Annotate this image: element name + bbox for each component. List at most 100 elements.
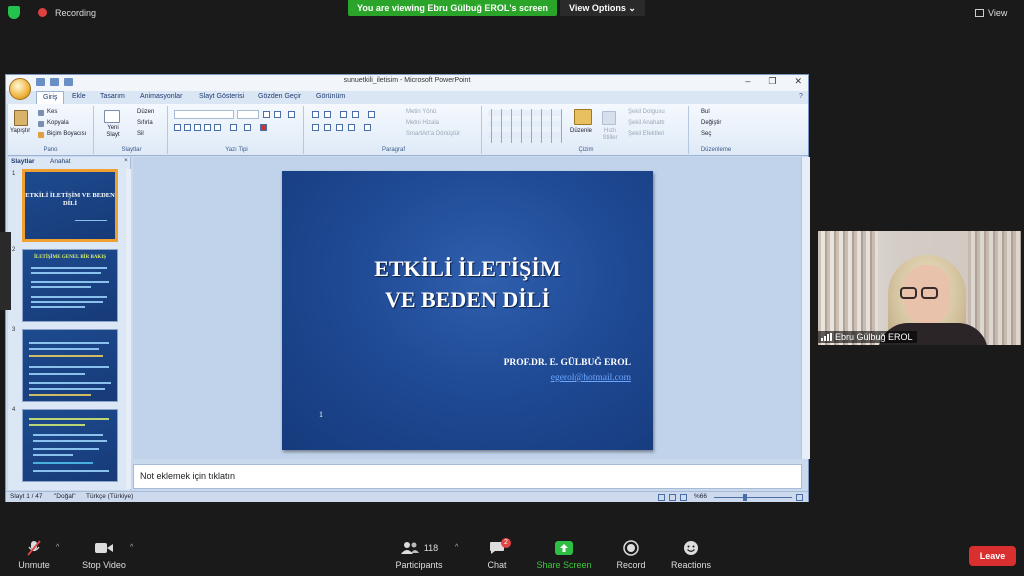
italic-icon[interactable] [184, 124, 191, 131]
cut-button[interactable]: Kes [47, 109, 57, 115]
increase-indent-icon[interactable] [352, 111, 359, 118]
decrease-indent-icon[interactable] [340, 111, 347, 118]
text-direction-button[interactable]: Metin Yönü [406, 109, 436, 115]
replace-button[interactable]: Değiştir [701, 120, 721, 126]
arrange-button[interactable]: Düzenle [570, 128, 592, 134]
quick-styles-button[interactable]: Hızlı Stiller [599, 128, 621, 142]
participant-video[interactable]: Ebru Gülbuğ EROL [818, 231, 1021, 345]
align-text-button[interactable]: Metni Hizala [406, 120, 439, 126]
bullets-icon[interactable] [312, 111, 319, 118]
shrink-font-icon[interactable] [274, 111, 281, 118]
bold-icon[interactable] [174, 124, 181, 131]
reactions-button[interactable]: Reactions [668, 540, 714, 570]
zoom-slider-thumb[interactable] [743, 494, 747, 501]
record-button[interactable]: Record [612, 540, 650, 570]
zoom-slider[interactable] [714, 497, 792, 498]
grow-font-icon[interactable] [263, 111, 270, 118]
minimize-icon[interactable]: – [745, 76, 750, 87]
align-center-icon[interactable] [324, 124, 331, 131]
tab-home[interactable]: Giriş [36, 91, 65, 104]
change-case-icon[interactable] [244, 124, 251, 131]
tab-slide-show[interactable]: Slayt Gösterisi [199, 93, 244, 100]
current-slide[interactable]: ETKİLİ İLETİŞİM VE BEDEN DİLİ PROF.DR. E… [282, 171, 653, 450]
slide-thumbnail[interactable] [22, 329, 118, 402]
panel-scrollbar[interactable] [126, 169, 131, 489]
slide-author[interactable]: PROF.DR. E. GÜLBUĞ EROL [282, 358, 631, 368]
undo-icon[interactable] [50, 78, 59, 86]
paste-icon[interactable] [14, 110, 28, 126]
stop-video-button[interactable]: Stop Video [80, 540, 128, 570]
redo-icon[interactable] [64, 78, 73, 86]
slide-email-link[interactable]: egerol@hotmail.com [282, 373, 631, 383]
share-screen-button[interactable]: Share Screen [534, 540, 594, 570]
font-size-box[interactable] [237, 110, 259, 119]
shapes-gallery[interactable] [488, 109, 562, 143]
chevron-up-icon[interactable]: ^ [455, 544, 458, 551]
slide-sorter-icon[interactable] [669, 494, 676, 501]
participants-button[interactable]: 118 Participants [392, 540, 446, 570]
columns-icon[interactable] [364, 124, 371, 131]
tab-outline[interactable]: Anahat [50, 158, 71, 165]
smartart-button[interactable]: SmartArt'a Dönüştür [406, 131, 460, 137]
close-panel-icon[interactable]: × [124, 157, 128, 164]
align-left-icon[interactable] [312, 124, 319, 131]
slide-thumbnail[interactable]: ETKİLİ İLETİŞİM VE BEDEN DİLİ [22, 169, 118, 242]
tab-design[interactable]: Tasarım [100, 93, 125, 100]
new-slide-icon[interactable] [104, 110, 120, 123]
chevron-up-icon[interactable]: ^ [56, 544, 59, 551]
chevron-up-icon[interactable]: ^ [130, 544, 133, 551]
close-icon[interactable]: ✕ [794, 76, 802, 87]
normal-view-icon[interactable] [658, 494, 665, 501]
tab-slides[interactable]: Slaytlar [11, 158, 35, 165]
shadow-icon[interactable] [214, 124, 221, 131]
arrange-icon[interactable] [574, 109, 592, 125]
view-options-button[interactable]: View Options ⌄ [560, 0, 645, 16]
quick-styles-icon[interactable] [602, 111, 616, 125]
view-button[interactable]: View [975, 8, 1007, 18]
thumbnail-text-line [29, 342, 109, 344]
slide-thumbnail[interactable] [22, 409, 118, 482]
strikethrough-icon[interactable] [204, 124, 211, 131]
shape-fill-button[interactable]: Şekil Dolgusu [628, 109, 665, 115]
font-name-box[interactable] [174, 110, 234, 119]
tab-review[interactable]: Gözden Geçir [258, 93, 301, 100]
numbering-icon[interactable] [324, 111, 331, 118]
clear-format-icon[interactable] [288, 111, 295, 118]
fit-to-window-icon[interactable] [796, 494, 803, 501]
font-color-icon[interactable] [260, 124, 267, 131]
help-icon[interactable]: ? [799, 93, 803, 100]
save-icon[interactable] [36, 78, 45, 86]
shape-outline-button[interactable]: Şekil Anahattı [628, 120, 665, 126]
vertical-scrollbar[interactable] [801, 157, 810, 459]
char-spacing-icon[interactable] [230, 124, 237, 131]
unmute-button[interactable]: Unmute [14, 540, 54, 570]
leave-button[interactable]: Leave [969, 546, 1016, 566]
layout-button[interactable]: Düzen [137, 109, 154, 115]
slide-title[interactable]: ETKİLİ İLETİŞİM VE BEDEN DİLİ [282, 253, 653, 315]
format-painter-button[interactable]: Biçim Boyacısı [47, 131, 86, 137]
delete-button[interactable]: Sil [137, 131, 144, 137]
slide-thumbnail[interactable]: İLETİŞİME GENEL BİR BAKIŞ [22, 249, 118, 322]
participant-name-tag: Ebru Gülbuğ EROL [818, 331, 917, 343]
screenrec-badge[interactable]: screenrec [0, 232, 11, 310]
paste-button[interactable]: Yapıştır [10, 128, 30, 134]
maximize-icon[interactable]: ❐ [768, 76, 776, 87]
zoom-level[interactable]: %66 [694, 493, 707, 500]
copy-button[interactable]: Kopyala [47, 120, 69, 126]
tab-view[interactable]: Görünüm [316, 93, 345, 100]
align-right-icon[interactable] [336, 124, 343, 131]
reset-button[interactable]: Sıfırla [137, 120, 153, 126]
new-slide-button[interactable]: Yeni Slayt [102, 125, 124, 139]
shape-effects-button[interactable]: Şekil Efektleri [628, 131, 664, 137]
language-indicator[interactable]: Türkçe (Türkiye) [86, 493, 133, 500]
justify-icon[interactable] [348, 124, 355, 131]
office-button[interactable] [9, 78, 31, 100]
tab-insert[interactable]: Ekle [72, 93, 86, 100]
line-spacing-icon[interactable] [368, 111, 375, 118]
find-button[interactable]: Bul [701, 109, 710, 115]
slide-show-icon[interactable] [680, 494, 687, 501]
underline-icon[interactable] [194, 124, 201, 131]
tab-animations[interactable]: Animasyonlar [140, 93, 182, 100]
notes-pane[interactable]: Not eklemek için tıklatın [133, 464, 802, 489]
select-button[interactable]: Seç [701, 131, 711, 137]
